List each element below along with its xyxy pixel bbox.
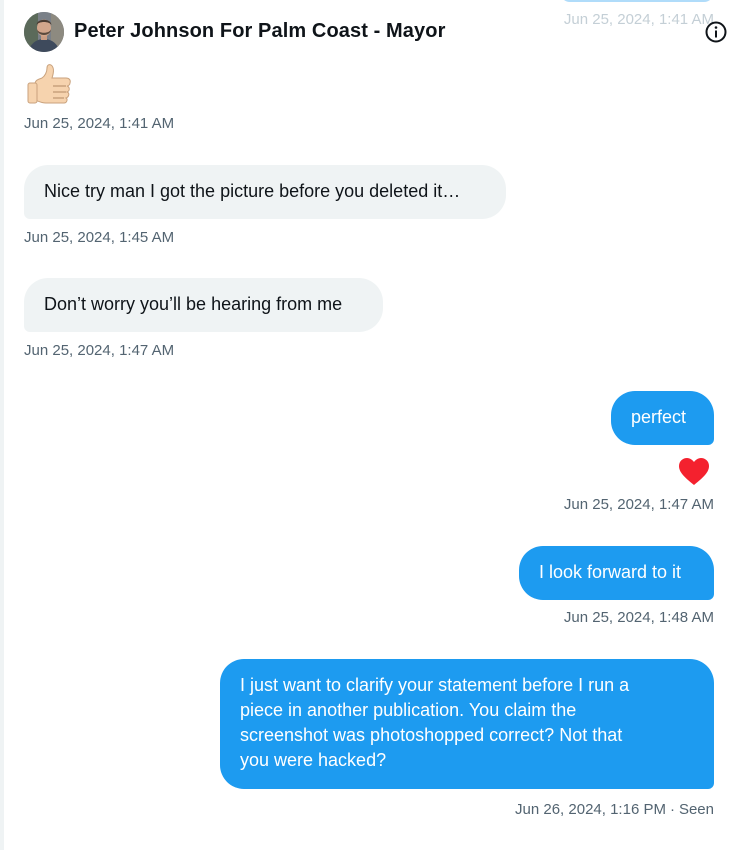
outgoing-message-bubble[interactable]: I just want to clarify your statement be… [220, 659, 714, 789]
incoming-message-bubble[interactable]: Nice try man I got the picture before yo… [24, 165, 506, 219]
heart-reaction-icon[interactable] [678, 457, 710, 487]
conversation-header: Peter Johnson For Palm Coast - Mayor [0, 0, 734, 62]
outgoing-message-bubble[interactable]: perfect [611, 391, 714, 445]
incoming-message-bubble[interactable]: Don’t worry you’ll be hearing from me [24, 278, 383, 332]
message-text-line: piece in another publication. You claim … [240, 700, 577, 720]
message-text: Don’t worry you’ll be hearing from me [44, 294, 343, 314]
message-text-line: you were hacked? [240, 750, 387, 770]
message-text-line: I just want to clarify your statement be… [240, 675, 630, 695]
message-meta: Jun 26, 2024, 1:16 PM · Seen [515, 801, 714, 818]
message-text: perfect [631, 407, 687, 427]
conversation-title[interactable]: Peter Johnson For Palm Coast - Mayor [74, 20, 445, 43]
message-text: I look forward to it [539, 562, 682, 582]
message-text: Nice try man I got the picture before yo… [44, 181, 461, 201]
message-text-line: screenshot was photoshopped correct? Not… [240, 725, 623, 745]
message-timestamp: Jun 25, 2024, 1:47 AM [24, 342, 175, 359]
message-timestamp: Jun 25, 2024, 1:48 AM [563, 609, 714, 626]
info-icon[interactable] [704, 20, 728, 44]
seen-status: Seen [678, 801, 714, 818]
message-timestamp: Jun 26, 2024, 1:16 PM [515, 801, 666, 818]
message-timestamp: Jun 25, 2024, 1:47 AM [563, 496, 714, 513]
profile-photo [24, 12, 64, 52]
separator-dot: · [669, 801, 675, 818]
left-border [0, 0, 4, 850]
message-timestamp: Jun 25, 2024, 1:41 AM [24, 115, 175, 132]
thumbs-up-icon[interactable] [26, 62, 74, 110]
avatar[interactable] [24, 12, 64, 52]
message-timestamp: Jun 25, 2024, 1:45 AM [24, 229, 175, 246]
outgoing-message-bubble[interactable]: I look forward to it [519, 546, 714, 600]
